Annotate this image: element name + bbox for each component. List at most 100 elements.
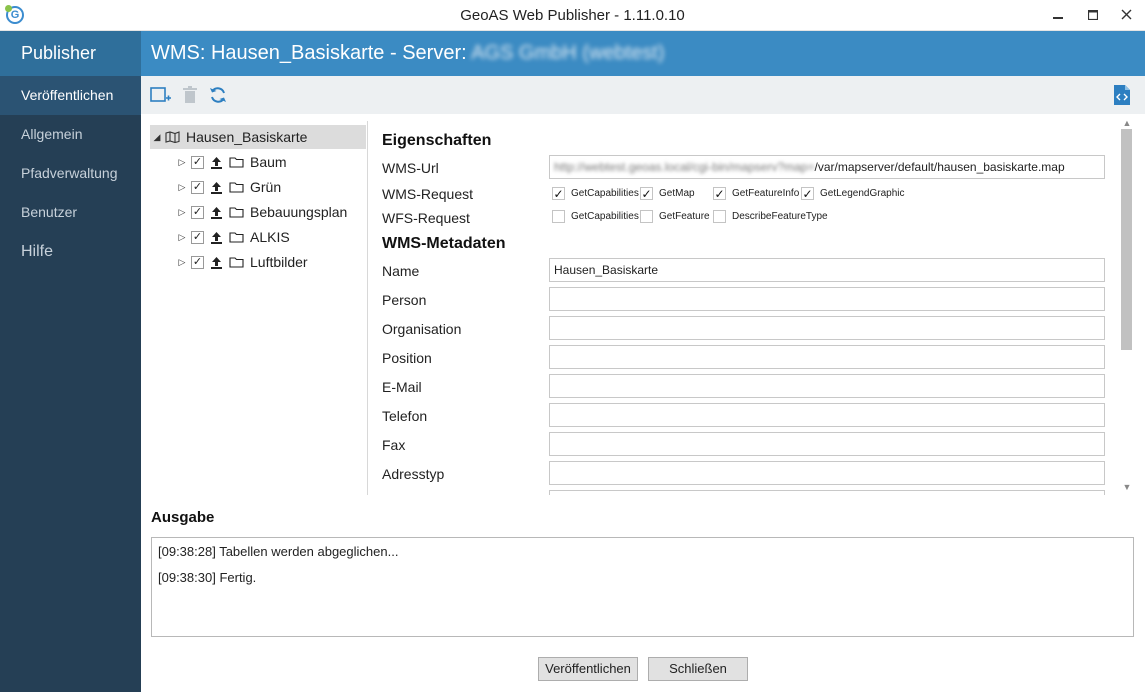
minimize-button[interactable] <box>1042 0 1074 31</box>
checkbox-label: GetCapabilities <box>571 188 639 199</box>
name-field[interactable]: Hausen_Basiskarte <box>549 258 1105 282</box>
field-label: Telefon <box>382 408 428 424</box>
layer-checkbox[interactable]: ✓ <box>191 230 204 244</box>
next-field[interactable] <box>549 490 1105 495</box>
field-label: Name <box>382 263 420 279</box>
layer-checkbox[interactable]: ✓ <box>191 205 204 219</box>
layer-checkbox[interactable]: ✓ <box>191 180 204 194</box>
tree-item[interactable]: ▷ ✓ ALKIS <box>177 225 290 249</box>
fax-field[interactable] <box>549 432 1105 456</box>
maximize-button[interactable] <box>1077 0 1109 31</box>
wms-getlegendgraphic-checkbox[interactable]: ✓ GetLegendGraphic <box>801 187 905 200</box>
minimize-icon <box>1053 17 1063 19</box>
tree-item[interactable]: ▷ ✓ Baum <box>177 150 287 174</box>
upload-icon <box>210 256 223 269</box>
checkbox-box <box>713 210 726 223</box>
wms-url-path: /var/mapserver/default/hausen_basiskarte… <box>814 160 1065 174</box>
layer-checkbox[interactable]: ✓ <box>191 155 204 169</box>
upload-icon <box>210 231 223 244</box>
folder-icon <box>229 256 244 268</box>
expand-icon[interactable]: ▷ <box>177 232 187 243</box>
field-label: Adresstyp <box>382 466 445 482</box>
tree-item-label: Luftbilder <box>250 254 308 270</box>
delete-icon <box>183 86 197 103</box>
wms-request-label: WMS-Request <box>382 186 474 202</box>
expand-icon[interactable]: ▷ <box>177 257 187 268</box>
sidebar-brand: Publisher <box>0 31 141 76</box>
layer-checkbox[interactable]: ✓ <box>191 255 204 269</box>
organisation-field[interactable] <box>549 316 1105 340</box>
export-code-button[interactable] <box>1111 84 1133 106</box>
nav-item-pfadverwaltung[interactable]: Pfadverwaltung <box>0 154 141 193</box>
wfs-getcapabilities-checkbox[interactable]: GetCapabilities <box>552 210 639 223</box>
checkbox-label: GetMap <box>659 188 695 199</box>
delete-button[interactable] <box>179 84 201 106</box>
tree-item-label: Bebauungsplan <box>250 204 348 220</box>
publish-button[interactable]: Veröffentlichen <box>538 657 638 681</box>
wms-getmap-checkbox[interactable]: ✓ GetMap <box>640 187 695 200</box>
tree-root-item[interactable]: ◢ Hausen_Basiskarte <box>150 125 366 149</box>
maximize-icon <box>1087 9 1099 21</box>
nav-item-allgemein[interactable]: Allgemein <box>0 115 141 154</box>
folder-icon <box>229 181 244 193</box>
close-button[interactable]: Schließen <box>648 657 748 681</box>
checkbox-check-icon: ✓ <box>640 187 653 201</box>
folder-icon <box>229 156 244 168</box>
wfs-describefeaturetype-checkbox[interactable]: DescribeFeatureType <box>713 210 828 223</box>
checkbox-label: GetCapabilities <box>571 211 639 222</box>
map-icon <box>165 131 180 143</box>
tree-item-label: Grün <box>250 179 282 195</box>
code-file-icon <box>1114 85 1130 105</box>
field-label: Fax <box>382 437 406 453</box>
nav-item-hilfe[interactable]: Hilfe <box>0 232 141 271</box>
expand-icon[interactable]: ▷ <box>177 182 187 193</box>
adresstyp-field[interactable] <box>549 461 1105 485</box>
wms-url-host: http://webtest.geoas.local/cgi-bin/mapse… <box>554 160 815 174</box>
tree-item[interactable]: ▷ ✓ Luftbilder <box>177 250 308 274</box>
upload-icon <box>210 206 223 219</box>
collapse-icon[interactable]: ◢ <box>152 132 162 143</box>
expand-icon[interactable]: ▷ <box>177 207 187 218</box>
upload-icon <box>210 156 223 169</box>
telefon-field[interactable] <box>549 403 1105 427</box>
layer-tree: ◢ Hausen_Basiskarte ▷ ✓ Baum ▷ ✓ Grün ▷ … <box>149 121 368 495</box>
checkbox-check-icon: ✓ <box>713 187 726 201</box>
wms-getcapabilities-checkbox[interactable]: ✓ GetCapabilities <box>552 187 639 200</box>
scroll-thumb[interactable] <box>1121 129 1132 350</box>
checkbox-box <box>552 210 565 223</box>
nav-item-veroeffentlichen[interactable]: Veröffentlichen <box>0 76 141 115</box>
wfs-getfeature-checkbox[interactable]: GetFeature <box>640 210 710 223</box>
checkbox-check-icon: ✓ <box>552 187 565 201</box>
checkbox-label: GetFeature <box>659 211 710 222</box>
expand-icon[interactable]: ▷ <box>177 157 187 168</box>
checkbox-label: GetFeatureInfo <box>732 188 800 199</box>
checkbox-box <box>640 210 653 223</box>
properties-scrollbar[interactable]: ▲ ▼ <box>1119 115 1135 495</box>
field-label: Position <box>382 350 432 366</box>
nav-item-benutzer[interactable]: Benutzer <box>0 193 141 232</box>
scroll-down-icon[interactable]: ▼ <box>1119 479 1135 495</box>
add-button[interactable] <box>150 84 172 106</box>
person-field[interactable] <box>549 287 1105 311</box>
folder-icon <box>229 231 244 243</box>
refresh-button[interactable] <box>207 84 229 106</box>
wms-getfeatureinfo-checkbox[interactable]: ✓ GetFeatureInfo <box>713 187 799 200</box>
sidebar: Publisher Veröffentlichen Allgemein Pfad… <box>0 31 141 692</box>
close-window-button[interactable] <box>1110 0 1142 31</box>
tree-item[interactable]: ▷ ✓ Grün <box>177 175 282 199</box>
checkbox-label: DescribeFeatureType <box>732 211 828 222</box>
properties-title: Eigenschaften <box>382 132 492 149</box>
wms-url-field[interactable]: http://webtest.geoas.local/cgi-bin/mapse… <box>549 155 1105 179</box>
log-line: [09:38:30] Fertig. <box>158 570 257 585</box>
output-log[interactable]: [09:38:28] Tabellen werden abgeglichen..… <box>151 537 1134 637</box>
output-title: Ausgabe <box>151 509 215 526</box>
email-field[interactable] <box>549 374 1105 398</box>
folder-icon <box>229 206 244 218</box>
refresh-icon <box>210 87 226 103</box>
page-header: WMS: Hausen_Basiskarte - Server: AGS Gmb… <box>141 31 1145 76</box>
position-field[interactable] <box>549 345 1105 369</box>
add-icon <box>150 87 171 102</box>
tree-root-label: Hausen_Basiskarte <box>186 129 308 145</box>
tree-item[interactable]: ▷ ✓ Bebauungsplan <box>177 200 348 224</box>
metadata-title: WMS-Metadaten <box>382 235 506 252</box>
